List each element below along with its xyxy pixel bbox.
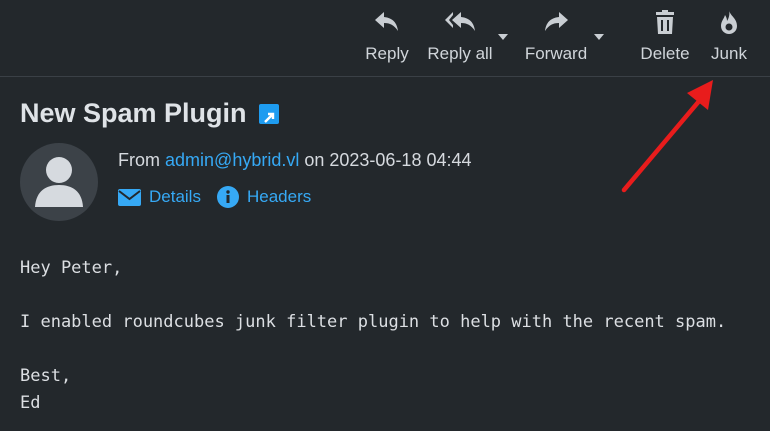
sender-email-link[interactable]: admin@hybrid.vl — [165, 150, 299, 170]
fire-icon — [721, 10, 737, 34]
message-date: on 2023-06-18 04:44 — [304, 150, 472, 170]
body-line: Hey Peter, — [20, 258, 123, 278]
delete-label: Delete — [640, 44, 690, 63]
body-line: Best, — [20, 366, 72, 386]
body-line: Ed — [20, 393, 41, 413]
trash-icon — [656, 10, 674, 34]
forward-icon — [545, 12, 568, 31]
details-link[interactable]: Details — [118, 186, 201, 208]
reply-all-dropdown-toggle[interactable] — [498, 34, 508, 40]
reply-label: Reply — [365, 44, 409, 63]
from-line: From admin@hybrid.vl on 2023-06-18 04:44 — [118, 150, 472, 171]
reply-all-button[interactable]: Reply all — [426, 8, 494, 70]
junk-button[interactable]: Junk — [708, 8, 750, 70]
junk-label: Junk — [711, 44, 747, 63]
headers-link[interactable]: Headers — [216, 186, 312, 208]
message-subject: New Spam Plugin — [20, 98, 279, 129]
envelope-icon — [118, 188, 141, 206]
forward-button[interactable]: Forward — [522, 8, 590, 70]
open-external-icon[interactable] — [258, 103, 279, 124]
forward-dropdown-toggle[interactable] — [594, 34, 604, 40]
reply-all-icon — [445, 12, 475, 31]
delete-button[interactable]: Delete — [639, 8, 691, 70]
from-prefix: From — [118, 150, 160, 170]
reply-icon — [375, 12, 398, 31]
message-body: Hey Peter, I enabled roundcubes junk fil… — [20, 255, 726, 417]
body-line: I enabled roundcubes junk filter plugin … — [20, 312, 727, 332]
reply-all-label: Reply all — [427, 44, 493, 63]
sender-avatar — [20, 143, 98, 221]
details-label: Details — [149, 187, 201, 206]
header-links: Details Headers — [118, 186, 311, 208]
reply-button[interactable]: Reply — [365, 8, 409, 70]
forward-label: Forward — [524, 44, 588, 63]
info-icon — [216, 186, 239, 208]
subject-text: New Spam Plugin — [20, 98, 247, 128]
user-icon — [35, 157, 83, 207]
message-toolbar: Reply Reply all Forward Delete Junk — [0, 0, 770, 77]
headers-label: Headers — [246, 187, 312, 206]
